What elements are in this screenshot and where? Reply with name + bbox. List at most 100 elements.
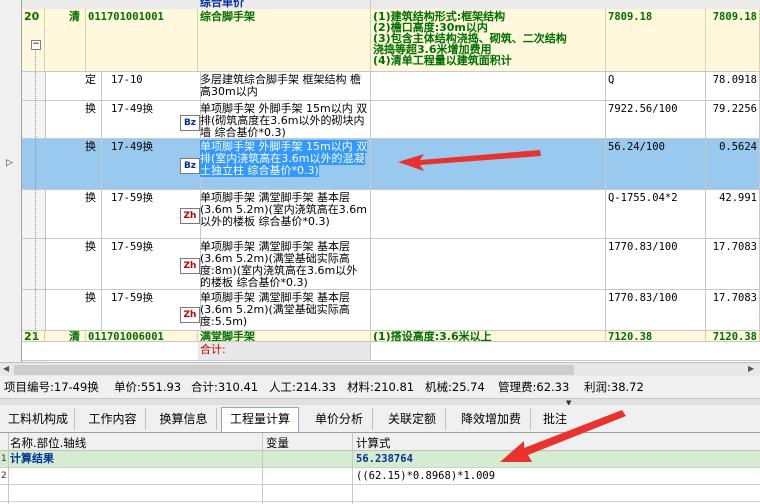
type-cell: 换 [83, 290, 102, 330]
expr-cell: 1770.83/100 [606, 290, 706, 330]
col-divider [352, 433, 353, 504]
current-row-indicator-icon: ▷ [6, 158, 13, 168]
name-cell: 单项脚手架 外脚手架 15m以内 双排(砌筑高度在3.6m以外的砌块内墙 综合基… [198, 101, 371, 138]
features-cell [371, 72, 606, 100]
type-cell: 换 [83, 239, 102, 289]
code-cell: 011701006001 [86, 331, 198, 341]
tab-work-content[interactable]: 工作内容 [80, 408, 146, 430]
zh-icon: Zh [180, 258, 200, 274]
scroll-right-icon[interactable]: ▶ [748, 364, 754, 373]
name-cell: 综合脚手架 [198, 9, 371, 71]
calc-row-empty[interactable] [0, 485, 760, 502]
name-cell: 多层建筑综合脚手架 框架结构 檐高30m以内 [198, 72, 371, 100]
total-price: 合计:310.41 [191, 380, 259, 394]
scroll-left-icon[interactable]: ◀ [3, 364, 9, 373]
zh-icon: Zh [180, 208, 200, 224]
qty-cell: 0.5624 [706, 139, 760, 189]
collapse-icon[interactable]: − [31, 40, 41, 50]
qing-row-21[interactable]: 21 清 011701006001 满堂脚手架 (1)搭设高度:3.6米以上 7… [22, 331, 760, 342]
quota-row-selected[interactable]: 换 17-49换 单项脚手架 外脚手架 15m以内 双排(室内浇筑高在3.6m以… [22, 139, 760, 190]
col-divider [262, 433, 263, 504]
tab-efficiency-fee[interactable]: 降效增加费 [452, 408, 531, 430]
col-divider [8, 433, 9, 504]
qty-cell: 17.7083 [706, 290, 760, 330]
quota-row[interactable]: 换 17-59换 单项脚手架 满堂脚手架 基本层(3.6m 5.2m)(满堂基础… [22, 239, 760, 290]
tree-line [35, 49, 36, 339]
profit: 利润:38.72 [584, 380, 644, 394]
name-cell[interactable]: 单项脚手架 外脚手架 15m以内 双排(室内浇筑高在3.6m以外的混凝土独立柱 … [198, 139, 371, 189]
calc-row[interactable]: 2 ((62.15)*0.8968)*1.009 [0, 468, 760, 485]
qing-row-20[interactable]: 20 清 011701001001 综合脚手架 (1)建筑结构形式:框架结构 (… [22, 9, 760, 72]
qty-cell: 78.0918 [706, 72, 760, 100]
feature-line: (4)清单工程量以建筑面积计 [373, 54, 512, 67]
expr-cell: Q [606, 72, 706, 100]
row-index: 1 [1, 454, 7, 464]
horizontal-scrollbar[interactable]: ◀ ▶ [0, 362, 760, 377]
features-cell [371, 190, 606, 238]
row-index: 2 [1, 471, 7, 481]
features-cell [371, 101, 606, 138]
tab-related-quota[interactable]: 关联定额 [379, 408, 446, 430]
expr-cell: 7809.18 [606, 9, 706, 71]
name-cell: 满堂脚手架 [198, 331, 371, 341]
tab-quantity-calc[interactable]: 工程量计算 [221, 407, 299, 432]
qty-cell: 7120.38 [706, 331, 760, 341]
zh-icon: Zh [180, 307, 200, 323]
quantity-calc-grid: 名称.部位.轴线 变量 计算式 1 计算结果 56.238764 2 ((62.… [0, 433, 760, 504]
col-header-name: 名称.部位.轴线 [10, 436, 87, 450]
tab-conversion-info[interactable]: 换算信息 [151, 408, 217, 430]
features-cell: (1)建筑结构形式:框架结构 (2)檐口高度:30m以内 (3)包含主体结构浇捣… [371, 9, 606, 71]
labor-cost: 人工:214.33 [269, 380, 337, 394]
item-code: 项目编号:17-49换 [4, 380, 99, 394]
qty-cell: 7809.18 [706, 9, 760, 71]
name-cell: 单项脚手架 满堂脚手架 基本层(3.6m 5.2m)(满堂基础实际高度:8m)(… [198, 239, 371, 289]
col-header-var: 变量 [266, 436, 289, 450]
scroll-thumb[interactable] [14, 365, 574, 375]
calc-header-row: 名称.部位.轴线 变量 计算式 [0, 433, 760, 451]
type-cell: 换 [83, 101, 102, 138]
qty-cell: 79.2256 [706, 101, 760, 138]
expr-cell: 7120.38 [606, 331, 706, 341]
type-cell: 换 [83, 139, 102, 189]
quota-row[interactable]: 换 17-59换 单项脚手架 满堂脚手架 基本层(3.6m 5.2m)(室内浇筑… [22, 190, 760, 239]
header-cell: 综合单价 [198, 0, 371, 9]
calc-result-row[interactable]: 1 计算结果 56.238764 [0, 451, 760, 468]
quota-row[interactable]: 换 17-49换 单项脚手架 外脚手架 15m以内 双排(砌筑高度在3.6m以外… [22, 101, 760, 139]
expr-cell: 7922.56/100 [606, 101, 706, 138]
features-cell [371, 139, 606, 189]
name-cell: 单项脚手架 满堂脚手架 基本层(3.6m 5.2m)(室内浇筑高在3.6m以外的… [198, 190, 371, 238]
calc-formula[interactable]: 56.238764 [356, 451, 413, 467]
num-cell: 17-10 [109, 72, 201, 100]
tab-material-composition[interactable]: 工料机构成 [2, 408, 75, 430]
material-cost: 材料:210.81 [347, 380, 415, 394]
tab-notes[interactable]: 批注 [536, 408, 574, 430]
name-cell: 单项脚手架 满堂脚手架 基本层(3.6m 5.2m)(满堂基础实际高度:5.5m… [198, 290, 371, 330]
price-summary-bar: 项目编号:17-49换 单价:551.93 合计:310.41 人工:214.3… [0, 376, 760, 398]
features-cell: (1)搭设高度:3.6米以上 [371, 331, 606, 341]
qty-cell: 42.991 [706, 190, 760, 238]
type-cell: 清 [67, 331, 86, 341]
quota-grid: 综合单价 20 清 011701001001 综合脚手架 (1)建筑结构形式:框… [0, 0, 760, 362]
machine-cost: 机械:25.74 [425, 380, 485, 394]
qty-cell: 17.7083 [706, 239, 760, 289]
bz-icon: Bz [180, 115, 200, 131]
expr-cell: Q-1755.04*2 [606, 190, 706, 238]
tab-unit-price-analysis[interactable]: 单价分析 [306, 408, 373, 430]
quota-row[interactable]: 定 17-10 多层建筑综合脚手架 框架结构 檐高30m以内 Q 78.0918 [22, 72, 760, 101]
row-header-column[interactable] [0, 0, 22, 362]
management-fee: 管理费:62.33 [498, 380, 570, 394]
expr-cell: 56.24/100 [606, 139, 706, 189]
detail-tabs: 工料机构成 工作内容 换算信息 工程量计算 单价分析 关联定额 降效增加费 批注 [0, 405, 760, 433]
total-label: 合计: [198, 342, 371, 360]
calc-formula[interactable]: ((62.15)*0.8968)*1.009 [356, 468, 495, 484]
col-header-formula: 计算式 [356, 436, 391, 450]
type-cell: 清 [67, 9, 86, 71]
type-cell: 换 [83, 190, 102, 238]
selected-name-text[interactable]: 单项脚手架 外脚手架 15m以内 双排(室内浇筑高在3.6m以外的混凝土独立柱 … [200, 140, 368, 177]
code-cell: 011701001001 [86, 9, 198, 71]
seq-cell: 21 [22, 331, 45, 341]
calc-name: 计算结果 [10, 452, 54, 465]
total-row: 合计: [22, 342, 760, 361]
quota-row[interactable]: 换 17-59换 单项脚手架 满堂脚手架 基本层(3.6m 5.2m)(满堂基础… [22, 290, 760, 331]
unit-price: 单价:551.93 [114, 380, 182, 394]
